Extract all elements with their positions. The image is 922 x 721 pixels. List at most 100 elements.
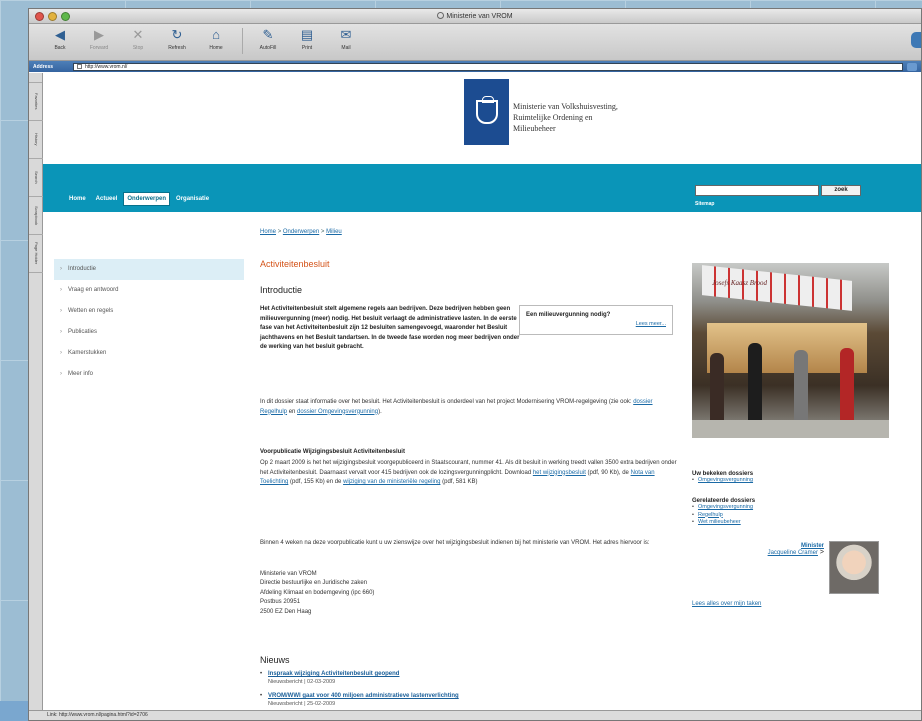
news-item: Inspraak wijziging Activiteitenbesluit g… (260, 671, 680, 685)
address-value: http://www.vrom.nl/ (85, 63, 128, 70)
ministry-name-line: Milieubeheer (513, 124, 556, 133)
page-icon (77, 64, 82, 69)
stop-label: Stop (132, 45, 144, 51)
minister-name-link[interactable]: Jacqueline Cramer (768, 550, 818, 556)
back-button[interactable]: ◀ Back (45, 28, 75, 52)
section-title: Introductie (260, 285, 303, 295)
home-button[interactable]: ⌂ Home (201, 27, 231, 52)
news-item-link[interactable]: VROM/WWI gaat voor 400 miljoen administr… (268, 693, 680, 699)
back-label: Back (54, 45, 66, 51)
minister-arrow: > (819, 549, 824, 556)
go-button[interactable] (907, 62, 917, 71)
breadcrumb-milieu[interactable]: Milieu (326, 229, 342, 235)
mail-button[interactable]: ✉ Mail (331, 27, 361, 52)
status-bar: Link: http://www.vrom.nl/pagina.html?id=… (29, 710, 921, 720)
address-line: Ministerie van VROM (260, 571, 317, 577)
breadcrumb-onderwerpen[interactable]: Onderwerpen (283, 229, 319, 235)
omgevingsvergunning-link[interactable]: dossier Omgevingsvergunning (297, 409, 378, 415)
mail-icon: ✉ (340, 27, 352, 42)
ministry-name-line: Ruimtelijke Ordening en (513, 113, 593, 122)
tab-search[interactable]: Search (29, 159, 43, 197)
nav-home[interactable]: Home (66, 193, 89, 205)
nav-onderwerpen[interactable]: Onderwerpen (123, 192, 171, 206)
photo-person (794, 350, 808, 428)
forward-arrow-icon: ▶ (94, 27, 104, 42)
sitemap-link[interactable]: Sitemap (695, 201, 714, 207)
photo-person (748, 343, 762, 428)
read-all-tasks-link[interactable]: Lees alles over mijn taken (692, 601, 761, 607)
forward-button[interactable]: ▶ Forward (84, 27, 114, 52)
photo-person (710, 353, 724, 428)
explorer-bar-handle[interactable] (29, 73, 42, 83)
breadcrumb-separator: > (320, 229, 325, 235)
print-icon: ▤ (300, 27, 314, 42)
nav-actueel[interactable]: Actueel (93, 193, 121, 205)
news-heading: Nieuws (260, 655, 290, 665)
news-item-link[interactable]: Inspraak wijziging Activiteitenbesluit g… (268, 671, 680, 677)
main-nav: Home Actueel Onderwerpen Organisatie (66, 192, 212, 206)
address-label: Address (33, 63, 54, 70)
explorer-bar-tabs: Favorites History Search Scrapbook Page … (29, 73, 43, 710)
browser-window: Ministerie van VROM ◀ Back ▶ Forward ✕ Stop… (28, 8, 922, 721)
tab-page-holder[interactable]: Page Holder (29, 235, 43, 273)
photo-person (840, 348, 854, 428)
breadcrumb-home[interactable]: Home (260, 229, 276, 235)
section-nav-meer-info[interactable]: Meer info (54, 364, 244, 385)
callout-read-more-link[interactable]: Lees meer... (526, 321, 666, 327)
minister-block: Minister Jacqueline Cramer > (719, 543, 824, 556)
paragraph-text: (pdf, 155 Kb) en de (288, 479, 344, 486)
tab-history[interactable]: History (29, 121, 43, 159)
print-button[interactable]: ▤ Print (292, 27, 322, 52)
window-title-text: Ministerie van VROM (446, 13, 513, 20)
ministeriele-regeling-link[interactable]: wijziging van de ministeriële regeling (343, 479, 440, 485)
desktop-strip (0, 701, 28, 721)
site-search-input[interactable] (695, 185, 819, 196)
wijzigingsbesluit-link[interactable]: het wijzigingsbesluit (533, 470, 586, 476)
refresh-button[interactable]: ↻ Refresh (162, 27, 192, 52)
print-label: Print (301, 45, 313, 51)
globe-icon (437, 12, 445, 19)
paragraph-text: In dit dossier staat informatie over het… (260, 399, 634, 405)
breadcrumb: Home > Onderwerpen > Milieu (260, 229, 342, 235)
crest-icon (475, 96, 498, 124)
tab-favorites[interactable]: Favorites (29, 83, 43, 121)
section-nav-kamerstukken[interactable]: Kamerstukken (54, 343, 244, 364)
search-button[interactable]: zoek (821, 185, 861, 196)
stop-icon: ✕ (132, 27, 144, 42)
photo-sign: Josefs Kaasz Brood (712, 279, 767, 287)
toolbar-separator (242, 28, 243, 54)
web-page: Ministerie van Volkshuisvesting, Ruimtel… (43, 73, 921, 710)
related-dossier-link[interactable]: Wet milieubeheer (692, 519, 755, 527)
related-dossier-link[interactable]: Regelhulp (692, 512, 755, 520)
address-line: Afdeling Klimaat en bodemgeving (ipc 660… (260, 589, 375, 596)
forward-label: Forward (89, 45, 109, 51)
related-dossier-link[interactable]: Omgevingsvergunning (692, 504, 755, 512)
photo-ground (692, 420, 889, 438)
window-title: Ministerie van VROM (29, 12, 921, 20)
viewed-dossier-link[interactable]: Omgevingsvergunning (692, 477, 753, 485)
photo-awning (702, 265, 852, 311)
address-line: Postbus 20951 (260, 599, 301, 606)
explorer-logo-icon (911, 32, 921, 48)
permit-callout: Een milieuvergunning nodig? Lees meer... (519, 305, 673, 335)
home-label: Home (209, 45, 223, 51)
viewed-dossiers: Uw bekeken dossiers Omgevingsvergunning (692, 471, 753, 485)
stop-button[interactable]: ✕ Stop (123, 27, 153, 52)
paragraph-text: en (287, 408, 298, 415)
paragraph-text: ). (378, 408, 382, 415)
address-line: Directie bestuurlijke en Juridische zake… (260, 580, 368, 587)
section-nav-publicaties[interactable]: Publicaties (54, 322, 244, 343)
address-line: 2500 EZ Den Haag (260, 608, 312, 615)
section-nav-wetten-en-regels[interactable]: Wetten en regels (54, 301, 244, 322)
autofill-button[interactable]: ✎ AutoFill (253, 28, 283, 52)
address-input[interactable]: http://www.vrom.nl/ (73, 62, 903, 71)
refresh-icon: ↻ (171, 27, 183, 42)
section-nav-introductie[interactable]: Introductie (54, 259, 244, 280)
minister-portrait[interactable] (829, 541, 879, 594)
rijksoverheid-logo[interactable] (464, 79, 509, 145)
home-icon: ⌂ (212, 27, 220, 42)
tab-scrapbook[interactable]: Scrapbook (29, 197, 43, 235)
nav-organisatie[interactable]: Organisatie (173, 193, 212, 205)
section-nav-vraag-en-antwoord[interactable]: Vraag en antwoord (54, 280, 244, 301)
market-stall-photo: Josefs Kaasz Brood (692, 263, 889, 438)
